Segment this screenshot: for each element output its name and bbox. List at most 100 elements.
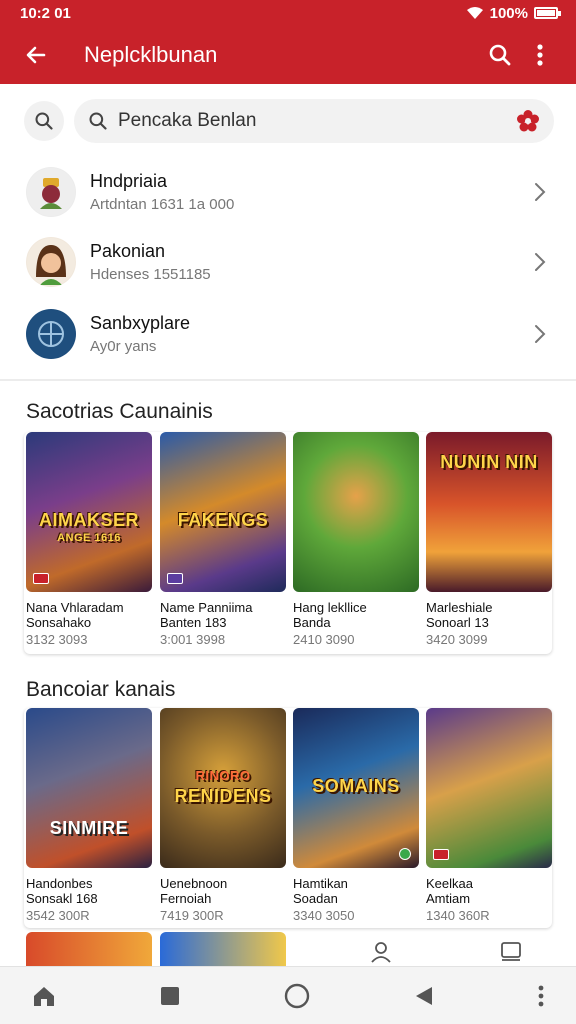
game-card[interactable]: Keelkaa Amtiam 1340 360R [426,708,554,928]
circle-icon[interactable] [284,983,310,1009]
card-title: Handonbes [26,876,93,891]
game-thumbnail: NUNIN NIN [426,432,552,592]
status-bar: 10:2 01 100% [0,0,576,26]
game-art-label: FAKENGS [177,510,269,530]
contact-name: Hndpriaia [90,171,168,191]
game-thumbnail: SINMIRE [26,708,152,868]
search-row: Pencaka Benlan [24,98,554,144]
section-title: Sacotrias Caunainis [26,400,213,423]
game-art-sublabel: ANGE 1616 [57,532,121,544]
home-icon[interactable] [32,985,56,1007]
card-subtitle: Amtiam [426,891,471,906]
battery-percent: 100% [489,4,528,22]
more-vert-icon [537,44,543,66]
person-icon[interactable] [369,940,393,964]
game-thumbnail: AIMAKSER ANGE 1616 [26,432,152,592]
game-card[interactable]: SINMIRE Handonbes Sonsakl 168 3542 300R [26,708,154,928]
card-meta: 3132 3093 [26,632,88,647]
card-title: Keelkaa [426,876,473,891]
chevron-right-icon [535,325,546,343]
avatar [26,309,76,359]
search-circle-button[interactable] [24,101,64,141]
contact-name: Pakonian [90,241,166,261]
triangle-back-icon[interactable] [414,985,434,1007]
game-art-label: AIMAKSER [38,510,139,530]
search-icon [89,112,107,130]
card-subtitle: Banten 183 [160,615,227,630]
app-bar: Neplcklbunan [0,26,576,84]
game-thumbnail [426,708,552,868]
game-card[interactable]: AIMAKSER ANGE 1616 Nana Vhlaradam Sonsah… [26,432,154,652]
game-art-label: NUNIN NIN [440,452,538,472]
card-meta: 3420 3099 [426,632,488,647]
search-value: Pencaka Benlan [118,110,257,131]
square-icon[interactable] [160,986,180,1006]
list-item[interactable]: Hndpriaia Artdntan 1631 1a 000 [0,158,576,226]
game-thumbnail-peek[interactable] [26,932,152,966]
flag-icon [33,573,49,584]
contact-subtitle: Ay0r yans [90,338,157,355]
card-title: Name Panniima [160,600,253,615]
game-thumbnail: RINORO RENIDENS [160,708,286,868]
chevron-right-icon [535,253,546,271]
more-vert-icon[interactable] [538,985,544,1007]
contact-subtitle: Hdenses 1551185 [90,266,211,283]
card-meta: 1340 360R [426,908,490,923]
game-carousel[interactable]: AIMAKSER ANGE 1616 Nana Vhlaradam Sonsah… [24,432,552,654]
card-title: Marleshiale [426,600,493,615]
search-icon [35,112,53,130]
game-thumbnail: FAKENGS [160,432,286,592]
search-icon [489,44,511,66]
avatar [26,167,76,217]
game-card[interactable]: FAKENGS Name Panniima Banten 183 3:001 3… [160,432,288,652]
game-card[interactable]: RINORO RENIDENS Uenebnoon Fernoiah 7419 … [160,708,288,928]
contact-name: Sanbxyplare [90,313,191,333]
flag-icon [167,573,183,584]
list-item[interactable]: Pakonian Hdenses 1551185 [0,228,576,296]
divider [0,379,576,381]
library-icon[interactable] [499,940,523,964]
card-meta: 2410 3090 [293,632,355,647]
system-nav-bar [0,966,576,1024]
game-art-label: RENIDENS [174,786,272,806]
card-title: Uenebnoon [160,876,228,891]
card-subtitle: Fernoiah [160,891,212,906]
game-art-sublabel: RINORO [195,768,251,783]
back-button[interactable] [16,35,56,75]
game-card[interactable]: SOMAINS Hamtikan Soadan 3340 3050 [293,708,421,928]
flower-icon[interactable] [516,109,540,133]
card-title: Nana Vhlaradam [26,600,124,615]
status-dot-icon [399,848,411,860]
search-button[interactable] [480,35,520,75]
game-thumbnail [293,432,419,592]
avatar [26,237,76,287]
card-subtitle: Banda [293,615,331,630]
battery-fill [537,10,555,16]
game-art-label: SINMIRE [49,818,129,838]
game-carousel[interactable]: SINMIRE Handonbes Sonsakl 168 3542 300R … [24,708,552,930]
chevron-right-icon [535,183,546,201]
game-art-label: SOMAINS [312,776,400,796]
card-subtitle: Sonsakl 168 [26,891,98,906]
page-title: Neplcklbunan [84,42,218,67]
overflow-menu-button[interactable] [520,35,560,75]
battery-icon [534,7,561,19]
flag-icon [433,849,449,860]
card-meta: 3542 300R [26,908,90,923]
search-input[interactable]: Pencaka Benlan [74,99,554,143]
section-title: Bancoiar kanais [26,678,176,701]
list-item[interactable]: Sanbxyplare Ay0r yans [0,300,576,368]
game-card[interactable]: NUNIN NIN Marleshiale Sonoarl 13 3420 30… [426,432,554,652]
app-bottom-nav [316,934,576,970]
card-meta: 3:001 3998 [160,632,226,647]
card-title: Hang lekllice [293,600,367,615]
card-meta: 3340 3050 [293,908,355,923]
game-card[interactable]: Hang lekllice Banda 2410 3090 [293,432,421,652]
contact-subtitle: Artdntan 1631 1a 000 [90,196,235,213]
card-meta: 7419 300R [160,908,224,923]
game-thumbnail: SOMAINS [293,708,419,868]
status-indicators: 100% [466,4,561,22]
game-thumbnail-peek[interactable] [160,932,286,966]
card-subtitle: Soadan [293,891,338,906]
card-subtitle: Sonsahako [26,615,92,630]
